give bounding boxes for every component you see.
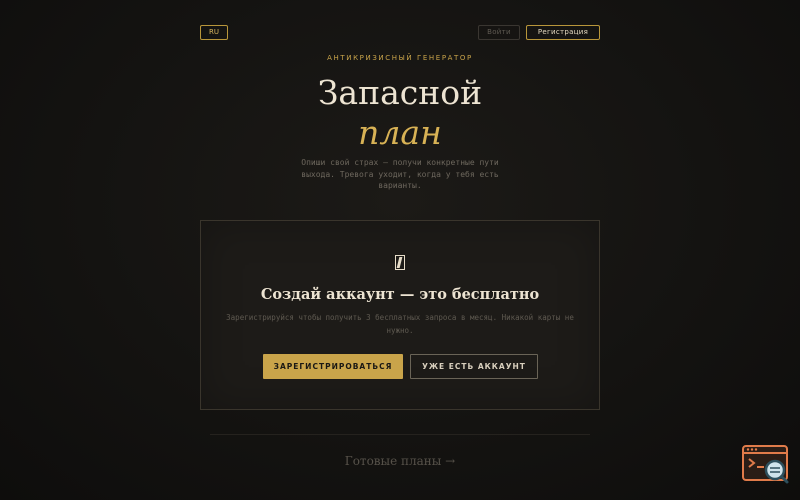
section-divider [210,434,590,435]
register-header-button[interactable]: Регистрация [526,25,600,40]
have-account-button[interactable]: УЖЕ ЕСТЬ АККАУНТ [410,354,538,379]
signup-card-title: Создай аккаунт — это бесплатно [260,286,540,303]
hero-title: Запасной [317,73,483,112]
pencil-icon [395,255,405,270]
hero-subtitle: Опиши свой страх — получи конкретные пут… [301,158,499,190]
signup-button[interactable]: ЗАРЕГИСТРИРОВАТЬСЯ [263,354,403,379]
hero-title-accent: план [358,113,442,152]
signup-card-text: Зарегистрируйся чтобы получить 3 бесплат… [226,313,574,335]
landing-page: RU Войти Регистрация АНТИКРИЗИСНЫЙ ГЕНЕР… [0,0,800,500]
login-button[interactable]: Войти [478,25,520,40]
language-switch-button[interactable]: RU [200,25,228,40]
console-search-icon[interactable] [742,445,790,485]
hero-eyebrow: АНТИКРИЗИСНЫЙ ГЕНЕРАТОР [327,54,473,62]
ready-plans-link[interactable]: Готовые планы → [0,454,800,468]
